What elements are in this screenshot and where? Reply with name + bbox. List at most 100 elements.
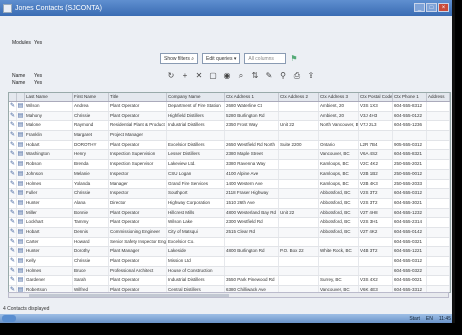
column-header[interactable]: First Name xyxy=(73,93,109,101)
horizontal-scrollbar[interactable] xyxy=(8,292,449,298)
contact-card-icon[interactable]: ▤ xyxy=(17,121,25,131)
column-header[interactable]: Ctx Postal Code xyxy=(359,93,393,101)
edit-row-icon[interactable]: ✎ xyxy=(9,266,17,276)
close-button[interactable]: × xyxy=(438,3,449,12)
contact-card-icon[interactable]: ▤ xyxy=(17,140,25,150)
table-row[interactable]: ✎ ▤ Hunter Dorothy Plant Manager Lakeside 4800… xyxy=(9,247,450,257)
table-row[interactable]: ✎ ▤ Holmes Yolanda Manager Grand Fire Service… xyxy=(9,179,450,190)
edit-row-icon[interactable]: ✎ xyxy=(9,140,17,150)
contact-card-icon[interactable]: ▤ xyxy=(17,247,25,256)
table-row[interactable]: ✎ ▤ Mahony Chrissie Plant Operator Highfield … xyxy=(9,111,450,122)
table-row[interactable]: ✎ ▤ Fuller Chrissie Inspector Southport 2118 F… xyxy=(9,189,450,199)
contact-card-icon[interactable]: ▤ xyxy=(17,189,25,198)
table-row[interactable]: ✎ ▤ Gardener Sarah Plant Operator Industrial … xyxy=(9,276,450,287)
contact-card-icon[interactable]: ▤ xyxy=(17,169,25,179)
table-cell: 4100 Alpine Ave xyxy=(225,169,279,179)
tray-item-2[interactable]: EN xyxy=(426,316,433,322)
edit-row-icon[interactable]: ✎ xyxy=(9,218,17,227)
table-row[interactable]: ✎ ▤ Kelly Chrissie Plant Operator Mission Ltd… xyxy=(9,257,450,267)
edit-row-icon[interactable]: ✎ xyxy=(9,169,17,179)
export-icon[interactable]: ⇪ xyxy=(306,71,316,81)
column-header[interactable]: Ctx Address 2 xyxy=(279,93,319,101)
table-row[interactable]: ✎ ▤ Wilson Andrea Plant Operator Department o… xyxy=(9,102,450,112)
table-row[interactable]: ✎ ▤ Lockhart Tammy Plant Operator Wilson Lake… xyxy=(9,218,450,228)
edit-row-icon[interactable]: ✎ xyxy=(9,257,17,266)
contact-card-icon[interactable]: ▤ xyxy=(17,131,25,140)
table-cell: 2650 Westfield Rd North xyxy=(225,140,279,150)
column-header[interactable]: Address xyxy=(427,93,450,101)
contact-card-icon[interactable]: ▤ xyxy=(17,257,25,266)
edit-row-icon[interactable]: ✎ xyxy=(9,227,17,237)
edit-row-icon[interactable]: ✎ xyxy=(9,208,17,218)
tray-item-1[interactable]: Start xyxy=(409,316,420,322)
column-header[interactable]: Company Name xyxy=(167,93,225,101)
table-row[interactable]: ✎ ▤ Johnson Melanie Inspector CSU Logan 4100 A… xyxy=(9,169,450,180)
edit-row-icon[interactable]: ✎ xyxy=(9,131,17,140)
contact-card-icon[interactable]: ▤ xyxy=(17,111,25,121)
contact-card-icon[interactable]: ▤ xyxy=(17,208,25,218)
edit-row-icon[interactable]: ✎ xyxy=(9,150,17,160)
contact-card-icon[interactable]: ▤ xyxy=(17,218,25,227)
edit-row-icon[interactable]: ✎ xyxy=(9,198,17,208)
column-header[interactable]: Title xyxy=(109,93,167,101)
column-header[interactable]: Ctx Address 1 xyxy=(225,93,279,101)
contact-card-icon[interactable]: ▤ xyxy=(17,266,25,276)
table-row[interactable]: ✎ ▤ Holmes Bruce Professional Architect House… xyxy=(9,266,450,277)
table-row[interactable]: ✎ ▤ Hunter Alana Director Highway Corporation… xyxy=(9,198,450,209)
contact-card-icon[interactable]: ▤ xyxy=(17,276,25,286)
table-row[interactable]: ✎ ▤ Malone Raymond Residential Plant & Produ… xyxy=(9,121,450,132)
edit-row-icon[interactable]: ✎ xyxy=(9,189,17,198)
table-cell: Inspection Supervisor xyxy=(109,160,167,169)
table-cell: Suite 2200 xyxy=(279,140,319,150)
show-filters-button[interactable]: Show filters ⌕ xyxy=(160,53,199,64)
column-header[interactable] xyxy=(9,93,17,101)
delete-icon[interactable]: ✕ xyxy=(194,71,204,81)
table-row[interactable]: ✎ ▤ Carter Howard Senior Safety Inspector En… xyxy=(9,237,450,248)
contact-card-icon[interactable]: ▤ xyxy=(17,160,25,169)
edit-queries-button[interactable]: Edit queries ▾ xyxy=(202,53,241,64)
start-button[interactable] xyxy=(2,315,16,322)
sort-icon[interactable]: ⇅ xyxy=(250,71,260,81)
contact-card-icon[interactable]: ▤ xyxy=(17,237,25,247)
minimize-button[interactable]: _ xyxy=(414,3,425,12)
table-cell: P.O. Box 22 xyxy=(279,247,319,256)
scrollbar-thumb[interactable] xyxy=(29,294,229,297)
view-icon[interactable]: ◉ xyxy=(222,71,232,81)
filter-icon[interactable]: ⚲ xyxy=(278,71,288,81)
table-row[interactable]: ✎ ▤ Hobart DOROTHY Plant Operator Excelsior D… xyxy=(9,140,450,151)
table-cell: Wilson xyxy=(25,102,73,111)
print-icon[interactable]: ⎙ xyxy=(292,71,302,81)
edit-row-icon[interactable]: ✎ xyxy=(9,160,17,169)
funnel-icon[interactable]: ⚑ xyxy=(290,54,297,63)
column-header[interactable] xyxy=(17,93,25,101)
column-header[interactable]: Ctx Address 3 xyxy=(319,93,359,101)
copy-icon[interactable]: ▢ xyxy=(208,71,218,81)
grid-header: Last Name First Name Title Company Name Ctx … xyxy=(9,93,450,102)
edit-icon[interactable]: ✎ xyxy=(264,71,274,81)
contact-card-icon[interactable]: ▤ xyxy=(17,179,25,189)
table-cell: Howard xyxy=(73,237,109,247)
edit-row-icon[interactable]: ✎ xyxy=(9,276,17,286)
contact-card-icon[interactable]: ▤ xyxy=(17,198,25,208)
column-header[interactable]: Ctx Phone 1 xyxy=(393,93,427,101)
columns-select[interactable]: All columns xyxy=(244,53,287,64)
edit-row-icon[interactable]: ✎ xyxy=(9,102,17,111)
contact-card-icon[interactable]: ▤ xyxy=(17,150,25,160)
add-icon[interactable]: + xyxy=(180,71,190,81)
edit-row-icon[interactable]: ✎ xyxy=(9,179,17,189)
edit-row-icon[interactable]: ✎ xyxy=(9,121,17,131)
edit-row-icon[interactable]: ✎ xyxy=(9,247,17,256)
find-icon[interactable]: ⌕ xyxy=(236,71,246,81)
refresh-icon[interactable]: ↻ xyxy=(166,71,176,81)
contact-card-icon[interactable]: ▤ xyxy=(17,227,25,237)
table-row[interactable]: ✎ ▤ Robson Brenda Inspection Supervisor Lakev… xyxy=(9,160,450,170)
table-row[interactable]: ✎ ▤ Miller Bonnie Plant Operator Hillcrest Mi… xyxy=(9,208,450,219)
column-header[interactable]: Last Name xyxy=(25,93,73,101)
contact-card-icon[interactable]: ▤ xyxy=(17,102,25,111)
table-row[interactable]: ✎ ▤ Hobart Dennis Commissioning Engineer City… xyxy=(9,227,450,238)
table-row[interactable]: ✎ ▤ Franklin Margaret Project Manager xyxy=(9,131,450,141)
edit-row-icon[interactable]: ✎ xyxy=(9,237,17,247)
maximize-button[interactable]: □ xyxy=(426,3,437,12)
edit-row-icon[interactable]: ✎ xyxy=(9,111,17,121)
table-row[interactable]: ✎ ▤ Washington Henry Inspection Supervision L… xyxy=(9,150,450,161)
